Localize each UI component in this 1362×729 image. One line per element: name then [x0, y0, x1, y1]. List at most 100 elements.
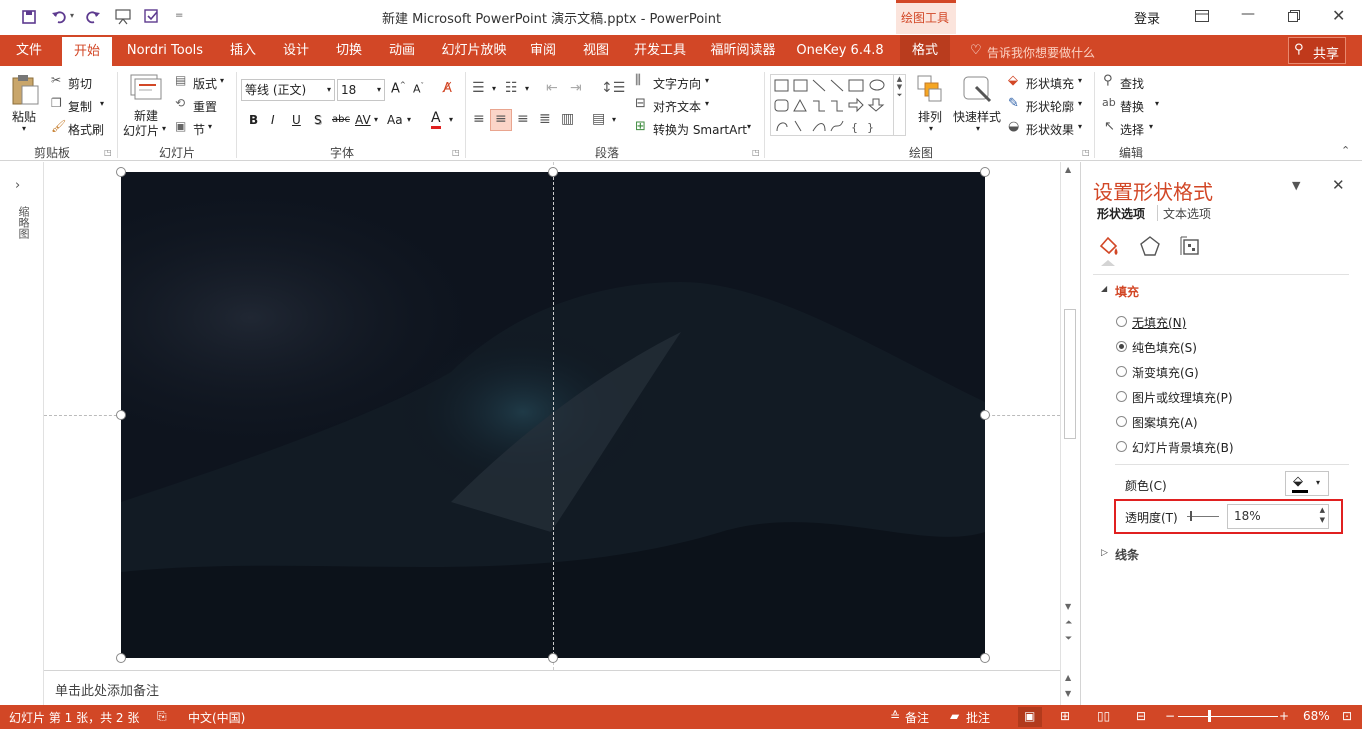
align-text-button[interactable]: 对齐文本 [653, 98, 701, 115]
shape-outline-dropdown-icon[interactable]: ▾ [1078, 99, 1082, 108]
find-icon[interactable]: ⚲ [1103, 73, 1113, 88]
select-button[interactable]: 选择 [1120, 121, 1144, 138]
font-launcher-icon[interactable]: ◳ [452, 148, 460, 157]
spin-up-icon[interactable]: ▲ [1320, 506, 1325, 514]
section-icon[interactable]: ▣ [175, 119, 186, 133]
shape-effects-icon[interactable]: ◒ [1008, 119, 1019, 134]
replace-button[interactable]: 替换 [1120, 98, 1144, 115]
increase-indent-icon[interactable]: ⇥ [570, 80, 582, 96]
transparency-slider[interactable] [1187, 511, 1219, 521]
zoom-slider[interactable] [1178, 710, 1278, 722]
arrange-dropdown-icon[interactable]: ▾ [929, 124, 933, 133]
tab-foxit[interactable]: 福昕阅读器 [705, 35, 781, 66]
ribbon-display-icon[interactable] [1195, 10, 1209, 22]
tab-transitions[interactable]: 切换 [328, 35, 370, 66]
shape-fill-button[interactable]: 形状填充 [1026, 75, 1074, 92]
tab-format[interactable]: 格式 [900, 35, 950, 66]
cut-icon[interactable]: ✂ [51, 73, 61, 87]
shape-fill-icon[interactable]: ⬙ [1008, 73, 1018, 88]
font-size-select[interactable]: 18 ▾ [337, 79, 385, 101]
italic-button[interactable]: I [271, 113, 275, 127]
share-button[interactable]: ⚲ 共享 [1288, 37, 1346, 64]
redo-icon[interactable] [86, 10, 100, 24]
radio-pattern-fill[interactable] [1116, 416, 1127, 427]
convert-smartart-dropdown-icon[interactable]: ▾ [747, 122, 751, 131]
paste-label[interactable]: 粘贴 [12, 108, 36, 125]
customize-icon[interactable] [144, 9, 160, 25]
shrink-font-icon[interactable]: Aˇ [413, 82, 424, 96]
shadow-button[interactable]: S [314, 113, 322, 127]
quick-styles-icon[interactable] [962, 75, 994, 105]
section-button[interactable]: 节 [193, 121, 205, 138]
align-text-dropdown-icon[interactable]: ▾ [705, 99, 709, 108]
change-case-button[interactable]: Aa [387, 113, 403, 127]
resize-handle-tl[interactable] [116, 167, 126, 177]
resize-handle-tr[interactable] [980, 167, 990, 177]
new-slide-label-2[interactable]: 幻灯片 [123, 122, 159, 139]
align-right-icon[interactable]: ≡ [517, 111, 529, 127]
quick-styles-dropdown-icon[interactable]: ▾ [976, 124, 980, 133]
slideshow-icon[interactable]: ⊟ [1136, 709, 1146, 723]
tab-insert[interactable]: 插入 [222, 35, 264, 66]
tab-home[interactable]: 开始 [62, 37, 112, 66]
fill-line-icon[interactable] [1097, 234, 1121, 258]
copy-button[interactable]: 复制 [68, 98, 92, 115]
replace-dropdown-icon[interactable]: ▾ [1155, 99, 1159, 108]
size-properties-icon[interactable] [1179, 235, 1201, 257]
numbering-dropdown-icon[interactable]: ▾ [525, 84, 529, 93]
text-direction-button[interactable]: 文字方向 [653, 75, 701, 92]
paragraph-launcher-icon[interactable]: ◳ [752, 148, 760, 157]
tab-view[interactable]: 视图 [575, 35, 617, 66]
tab-shape-options[interactable]: 形状选项 [1097, 205, 1145, 222]
slide-sorter-icon[interactable]: ⊞ [1060, 709, 1070, 723]
shapes-gallery[interactable]: {} ▲ ▼ ⏷ [770, 74, 906, 136]
format-painter-button[interactable]: 格式刷 [68, 121, 104, 138]
text-direction-icon[interactable]: ⫼ [635, 73, 641, 88]
find-button[interactable]: 查找 [1120, 75, 1144, 92]
replace-icon[interactable]: ab [1102, 96, 1116, 109]
restore-icon[interactable] [1288, 10, 1300, 22]
label-slide-bg-fill[interactable]: 幻灯片背景填充(B) [1132, 439, 1234, 456]
close-icon[interactable]: ✕ [1332, 6, 1345, 25]
char-spacing-button[interactable]: AV [355, 113, 371, 127]
prev-slide-icon[interactable]: ⏶ [1065, 618, 1072, 628]
label-gradient-fill[interactable]: 渐变填充(G) [1132, 364, 1199, 381]
change-case-dropdown-icon[interactable]: ▾ [407, 115, 411, 124]
clipboard-launcher-icon[interactable]: ◳ [104, 148, 112, 157]
section-dropdown-icon[interactable]: ▾ [208, 122, 212, 131]
effects-icon[interactable] [1139, 235, 1161, 257]
login-link[interactable]: 登录 [1134, 8, 1160, 27]
shape-outline-icon[interactable]: ✎ [1008, 96, 1019, 111]
pane-options-icon[interactable]: ▼ [1292, 179, 1300, 192]
copy-icon[interactable]: ❐ [51, 96, 62, 110]
presenter-icon[interactable] [114, 9, 132, 25]
tab-developer[interactable]: 开发工具 [628, 35, 692, 66]
align-left-icon[interactable]: ≡ [473, 111, 485, 127]
select-icon[interactable]: ↖ [1104, 119, 1115, 134]
underline-button[interactable]: U [292, 113, 301, 127]
align-center-button[interactable]: ≡ [490, 109, 512, 131]
reading-view-icon[interactable]: ▯▯ [1097, 709, 1110, 723]
quick-styles-button[interactable]: 快速样式 [953, 108, 1001, 125]
reset-button[interactable]: 重置 [193, 98, 217, 115]
format-painter-icon[interactable]: 🖌 [51, 119, 66, 133]
reset-icon[interactable]: ⟲ [175, 96, 185, 110]
zoom-out-icon[interactable]: − [1165, 709, 1175, 723]
notes-toggle-button[interactable]: 备注 [905, 709, 929, 726]
language-indicator[interactable]: 中文(中国) [188, 709, 245, 726]
layout-button[interactable]: 版式 [193, 75, 217, 92]
font-name-select[interactable]: 等线 (正文) ▾ [241, 79, 335, 101]
comments-button[interactable]: 批注 [966, 709, 990, 726]
font-color-dropdown-icon[interactable]: ▾ [449, 115, 453, 124]
new-slide-icon[interactable] [130, 74, 162, 102]
next-slide-icon[interactable]: ⏷ [1065, 634, 1072, 644]
label-no-fill[interactable]: 无填充(N) [1132, 314, 1186, 331]
tab-file[interactable]: 文件 [0, 35, 58, 66]
decrease-indent-icon[interactable]: ⇤ [546, 80, 558, 96]
resize-handle-tc[interactable] [548, 167, 558, 177]
columns-dropdown-icon[interactable]: ▾ [612, 115, 616, 124]
tab-nordri-tools[interactable]: Nordri Tools [122, 35, 208, 66]
radio-slide-bg-fill[interactable] [1116, 441, 1127, 452]
line-expand-icon[interactable]: ▷ [1101, 548, 1108, 558]
pane-close-icon[interactable]: ✕ [1332, 176, 1345, 194]
